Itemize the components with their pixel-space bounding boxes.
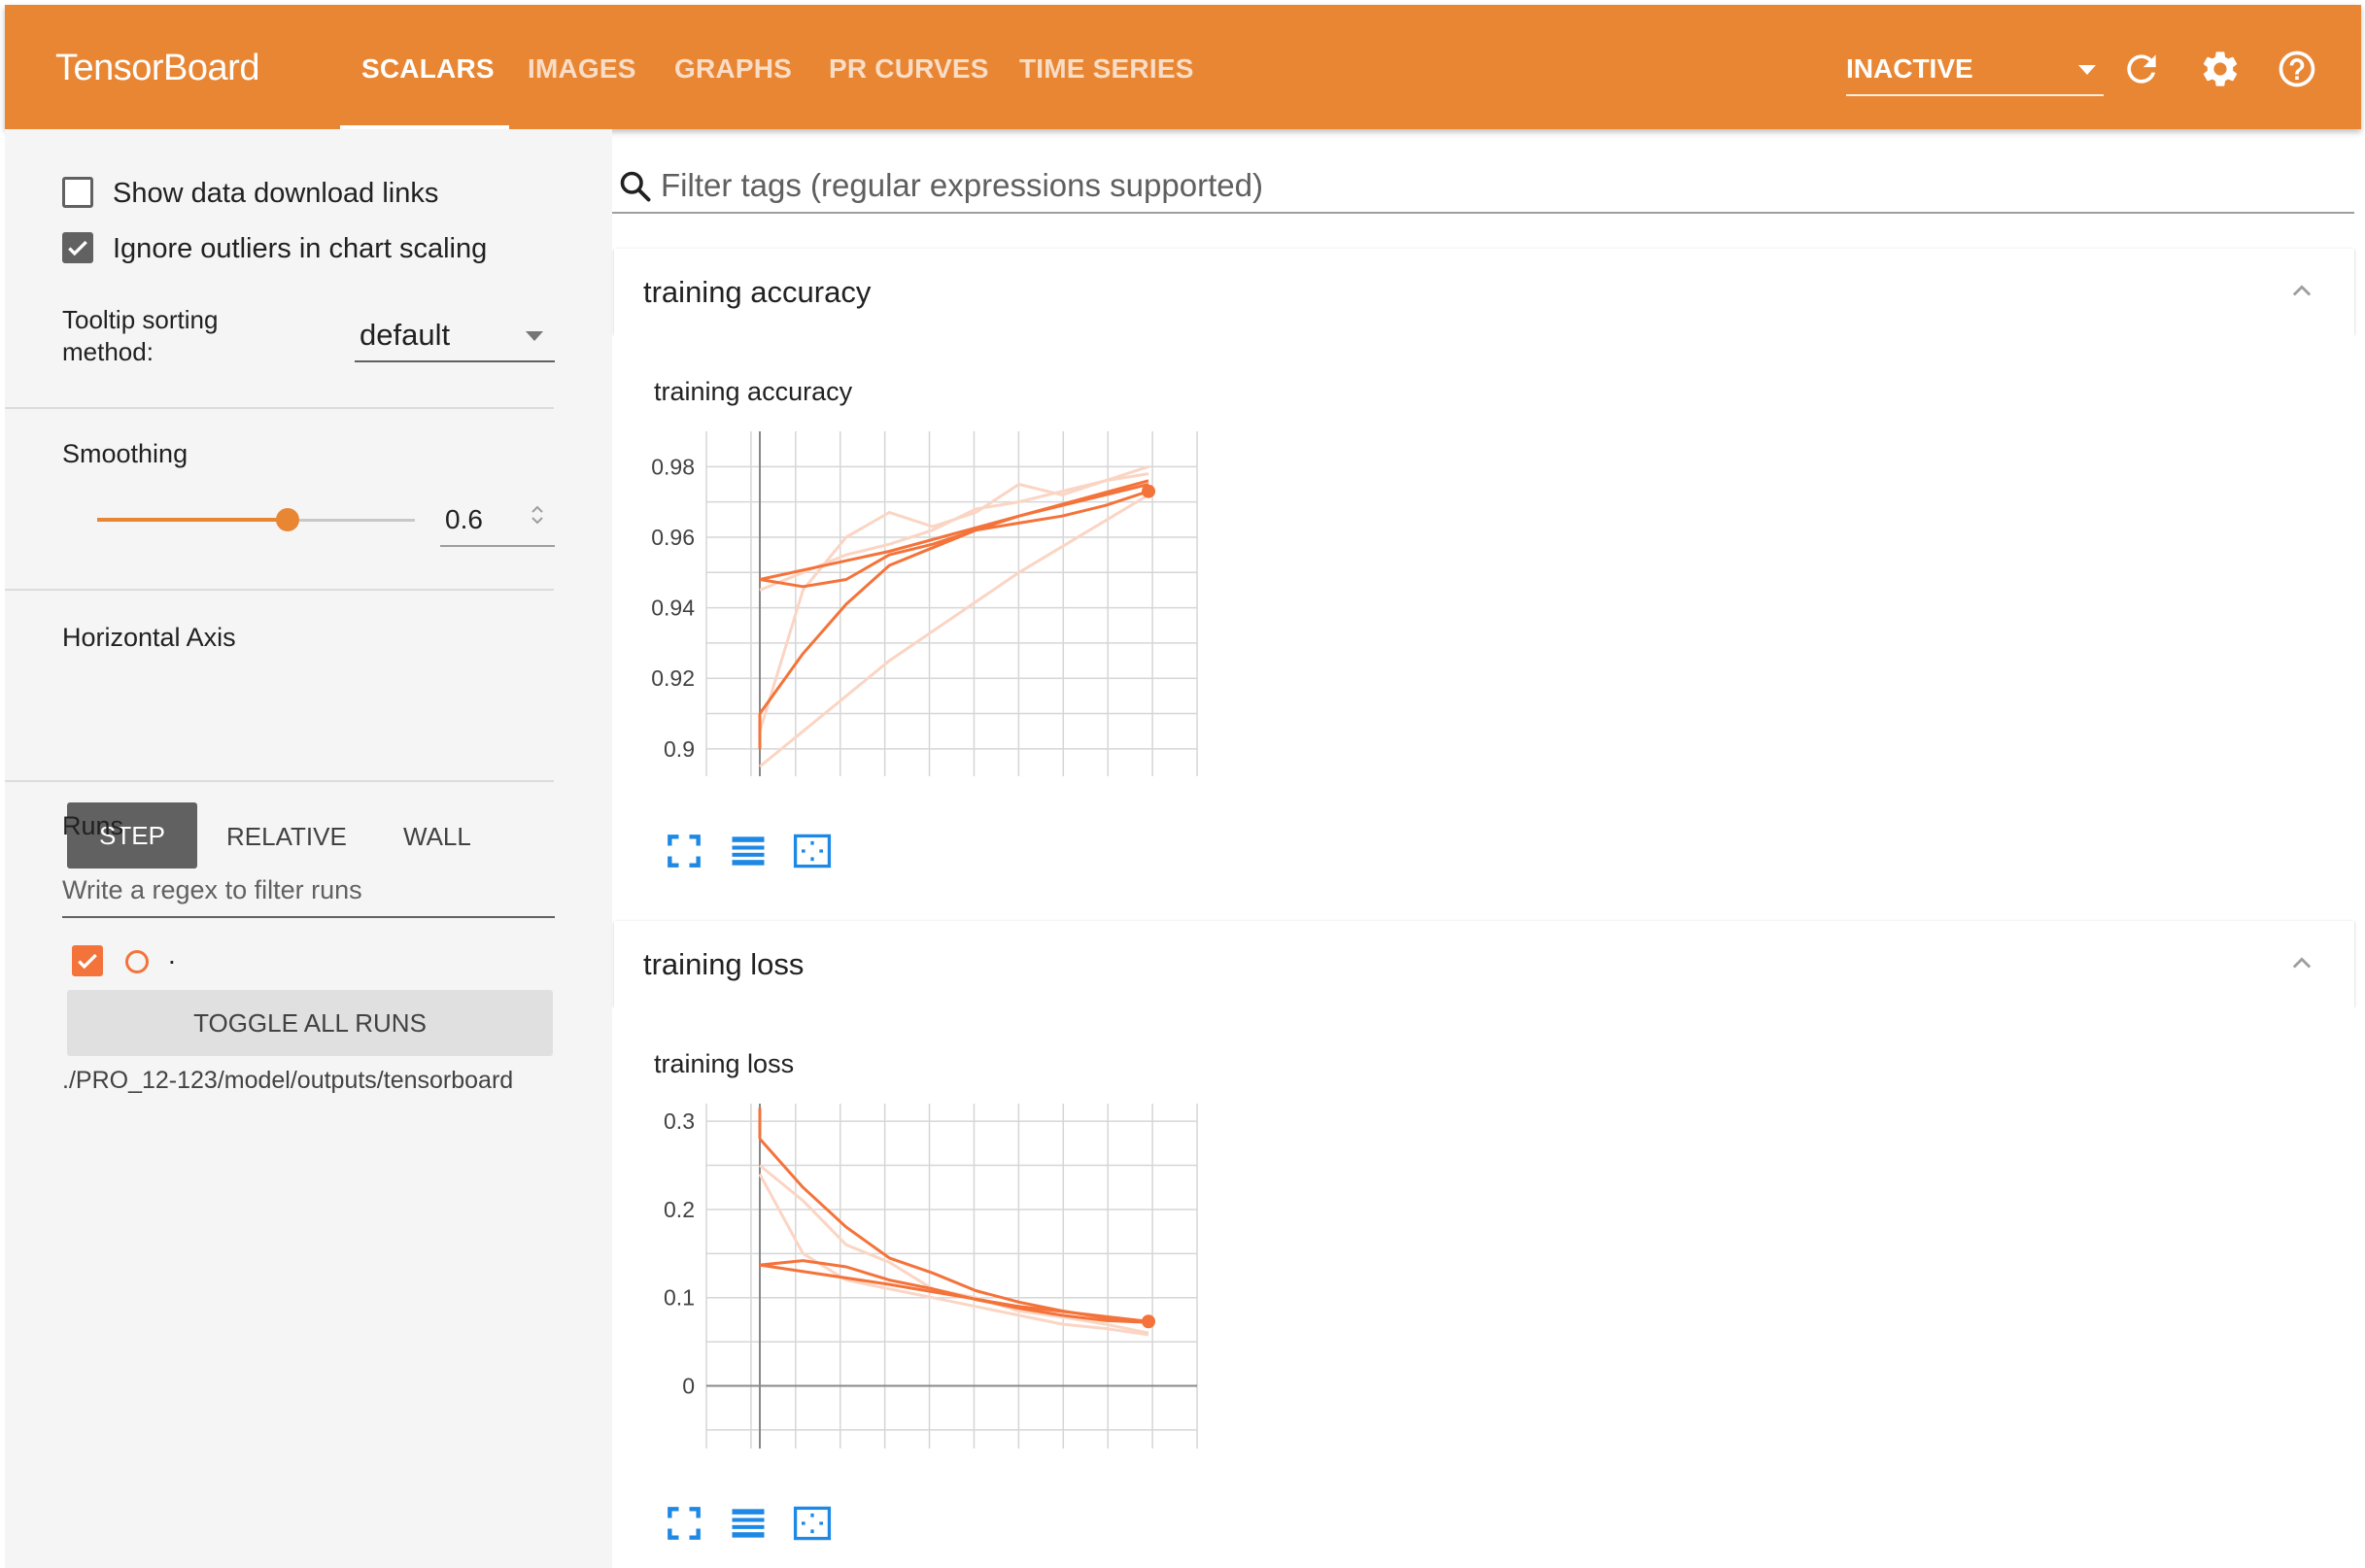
card-header-training-loss[interactable]: training loss xyxy=(614,921,2354,1006)
top-app-bar: TensorBoard SCALARS IMAGES GRAPHS PR CUR… xyxy=(5,5,2361,129)
show-download-links-checkbox[interactable] xyxy=(62,177,93,208)
raw-series-line xyxy=(758,464,1149,733)
plugin-select-value: INACTIVE xyxy=(1846,53,1973,84)
axis-wall-button[interactable]: WALL xyxy=(403,822,471,852)
sidebar-divider xyxy=(5,407,554,409)
smoothing-input[interactable]: 0.6 xyxy=(440,494,555,547)
y-tick-label: 0.3 xyxy=(664,1108,695,1134)
refresh-icon[interactable] xyxy=(2120,48,2163,90)
card-title: training accuracy xyxy=(643,275,872,309)
tag-filter-input[interactable]: Filter tags (regular expressions support… xyxy=(661,167,1263,204)
tab-images[interactable]: IMAGES xyxy=(528,53,636,85)
y-tick-label: 0.96 xyxy=(651,525,695,550)
tab-time-series[interactable]: TIME SERIES xyxy=(1019,53,1194,85)
chevron-up-icon[interactable] xyxy=(2288,278,2315,305)
sidebar-divider xyxy=(5,780,554,782)
help-icon[interactable] xyxy=(2276,48,2318,90)
raw-series-line xyxy=(759,494,1149,768)
caret-down-icon xyxy=(2078,65,2096,75)
raw-series-line xyxy=(758,1173,1149,1337)
run-checkbox[interactable] xyxy=(72,945,103,976)
run-color-swatch[interactable] xyxy=(125,950,149,973)
chart-title: training accuracy xyxy=(654,377,853,406)
plugin-select[interactable]: INACTIVE xyxy=(1846,44,2104,96)
fullscreen-icon[interactable] xyxy=(663,830,705,872)
series-end-point xyxy=(1142,484,1155,498)
show-download-links-label: Show data download links xyxy=(113,178,439,209)
card-body-training-loss: training loss 0 0.1 0.2 0.3 xyxy=(614,1006,2354,1568)
toggle-y-log-icon[interactable] xyxy=(727,1502,770,1545)
raw-series-line xyxy=(759,1164,1149,1335)
tab-scalars[interactable]: SCALARS xyxy=(361,53,495,85)
y-tick-label: 0.2 xyxy=(664,1197,695,1222)
smoothing-slider-knob[interactable] xyxy=(276,508,299,531)
runs-filter-underline xyxy=(62,916,555,918)
smoothing-value: 0.6 xyxy=(445,504,483,534)
checkmark-icon xyxy=(68,240,87,256)
horizontal-axis-label: Horizontal Axis xyxy=(62,623,236,652)
chart-title: training loss xyxy=(654,1049,795,1078)
runs-label: Runs xyxy=(62,811,124,840)
run-name: . xyxy=(168,939,176,970)
card-body-training-accuracy: training accuracy 0.9 0.92 0.94 0.96 0.98 xyxy=(614,334,2354,917)
series-line xyxy=(758,490,1149,715)
y-tick-label: 0.98 xyxy=(651,454,695,479)
app-brand: TensorBoard xyxy=(55,48,259,88)
y-tick-label: 0.9 xyxy=(664,736,695,762)
axis-relative-button[interactable]: RELATIVE xyxy=(226,822,347,852)
sidebar: Show data download links Ignore outliers… xyxy=(5,129,612,1568)
tooltip-sorting-select[interactable]: default xyxy=(355,310,555,362)
spinner-arrows-icon[interactable] xyxy=(526,500,549,529)
tensorboard-window: TensorBoard SCALARS IMAGES GRAPHS PR CUR… xyxy=(0,0,2365,1568)
y-tick-label: 0 xyxy=(682,1374,695,1399)
ignore-outliers-checkbox[interactable] xyxy=(62,232,93,263)
fullscreen-icon[interactable] xyxy=(663,1502,705,1545)
tooltip-sorting-label-line1: Tooltip sorting xyxy=(62,305,219,334)
settings-icon[interactable] xyxy=(2199,48,2242,90)
training-accuracy-chart[interactable]: 0.9 0.92 0.94 0.96 0.98 xyxy=(634,422,1255,791)
caret-down-icon xyxy=(526,331,543,341)
y-tick-label: 0.94 xyxy=(651,596,695,621)
tab-graphs[interactable]: GRAPHS xyxy=(674,53,792,85)
fit-domain-icon[interactable] xyxy=(791,1502,834,1545)
tooltip-sorting-label-line2: method: xyxy=(62,337,154,366)
logdir-path: ./PRO_12-123/model/outputs/tensorboard xyxy=(62,1067,514,1094)
grid-lines xyxy=(705,1104,1198,1449)
tooltip-sorting-value: default xyxy=(360,318,451,352)
checkmark-icon xyxy=(78,953,97,970)
series-line xyxy=(759,1259,1149,1324)
sidebar-divider xyxy=(5,589,554,591)
ignore-outliers-label: Ignore outliers in chart scaling xyxy=(113,233,488,264)
chevron-up-icon[interactable] xyxy=(2288,950,2315,977)
tag-filter-underline xyxy=(612,212,2354,214)
smoothing-slider-fill xyxy=(97,518,288,522)
card-header-training-accuracy[interactable]: training accuracy xyxy=(614,249,2354,334)
grid-lines xyxy=(705,431,1198,776)
toggle-all-runs-button[interactable]: TOGGLE ALL RUNS xyxy=(67,990,553,1056)
series-end-point xyxy=(1142,1314,1155,1329)
card-title: training loss xyxy=(643,947,805,981)
y-tick-label: 0.1 xyxy=(664,1285,695,1311)
fit-domain-icon[interactable] xyxy=(791,830,834,872)
y-tick-label: 0.92 xyxy=(651,665,695,691)
search-icon xyxy=(620,171,651,202)
training-loss-chart[interactable]: 0 0.1 0.2 0.3 xyxy=(634,1094,1255,1463)
smoothing-label: Smoothing xyxy=(62,439,189,468)
tab-pr-curves[interactable]: PR CURVES xyxy=(829,53,989,85)
toggle-y-log-icon[interactable] xyxy=(727,830,770,872)
runs-filter-input[interactable]: Write a regex to filter runs xyxy=(62,875,362,905)
